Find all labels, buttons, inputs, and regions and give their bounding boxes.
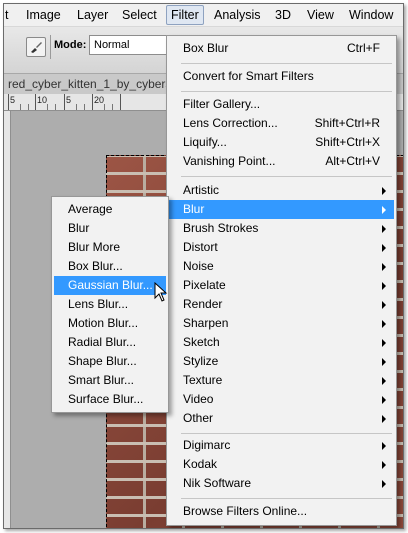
photoshop-window: t Image Layer Select Filter Analysis 3D …	[3, 3, 404, 529]
filter-menu-item[interactable]: Filter Gallery...	[169, 95, 394, 114]
mouse-pointer-icon	[154, 282, 168, 302]
filter-menu-item[interactable]: Convert for Smart Filters	[169, 67, 394, 86]
submenu-arrow-icon	[382, 301, 386, 309]
submenu-brush-strokes[interactable]: Brush Strokes	[169, 219, 394, 238]
submenu-sharpen[interactable]: Sharpen	[169, 314, 394, 333]
browse-filters-online[interactable]: Browse Filters Online...	[169, 502, 394, 521]
menu-divider	[181, 498, 392, 499]
submenu-other[interactable]: Other	[169, 409, 394, 428]
blur-item[interactable]: Average	[54, 200, 166, 219]
submenu-stylize[interactable]: Stylize	[169, 352, 394, 371]
menu-filter[interactable]: Filter	[166, 5, 204, 25]
submenu-video[interactable]: Video	[169, 390, 394, 409]
submenu-arrow-icon	[382, 396, 386, 404]
submenu-arrow-icon	[382, 358, 386, 366]
submenu-texture[interactable]: Texture	[169, 371, 394, 390]
filter-menu-item[interactable]: Vanishing Point... Alt+Ctrl+V	[169, 152, 394, 171]
menu-analysis[interactable]: Analysis	[214, 7, 261, 23]
ruler-label: 10	[37, 95, 48, 105]
menu-3d[interactable]: 3D	[275, 7, 291, 23]
mode-label: Mode:	[54, 39, 87, 51]
filter-menu-item[interactable]: Liquify... Shift+Ctrl+X	[169, 133, 394, 152]
submenu-render[interactable]: Render	[169, 295, 394, 314]
blur-item[interactable]: Lens Blur...	[54, 295, 166, 314]
blur-item[interactable]: Blur More	[54, 238, 166, 257]
ruler-label: 5	[10, 95, 16, 105]
submenu-arrow-icon	[382, 206, 386, 214]
submenu-arrow-icon	[382, 461, 386, 469]
mode-select[interactable]: Normal	[89, 35, 173, 55]
blur-item[interactable]: Smart Blur...	[54, 371, 166, 390]
blur-item-gaussian[interactable]: Gaussian Blur...	[54, 276, 166, 295]
submenu-noise[interactable]: Noise	[169, 257, 394, 276]
filter-menu-item[interactable]: Lens Correction... Shift+Ctrl+R	[169, 114, 394, 133]
submenu-arrow-icon	[382, 377, 386, 385]
menu-image[interactable]: Image	[26, 7, 61, 23]
ruler-label: 20	[94, 95, 105, 105]
blur-item[interactable]: Radial Blur...	[54, 333, 166, 352]
submenu-arrow-icon	[382, 187, 386, 195]
submenu-pixelate[interactable]: Pixelate	[169, 276, 394, 295]
blur-item[interactable]: Surface Blur...	[54, 390, 166, 409]
menu-view[interactable]: View	[307, 7, 334, 23]
submenu-arrow-icon	[382, 263, 386, 271]
submenu-digimarc[interactable]: Digimarc	[169, 436, 394, 455]
brush-tool-icon	[31, 42, 42, 53]
submenu-artistic[interactable]: Artistic	[169, 181, 394, 200]
menu-divider	[181, 63, 392, 64]
filter-menu-item[interactable]: Box Blur Ctrl+F	[169, 39, 394, 58]
filter-menu: Box Blur Ctrl+F Convert for Smart Filters…	[166, 35, 397, 526]
blur-item[interactable]: Shape Blur...	[54, 352, 166, 371]
submenu-nik-software[interactable]: Nik Software	[169, 474, 394, 493]
menu-select[interactable]: Select	[122, 7, 157, 23]
ruler-label: 5	[66, 95, 72, 105]
submenu-arrow-icon	[382, 320, 386, 328]
menu-layer[interactable]: Layer	[77, 7, 108, 23]
submenu-arrow-icon	[382, 282, 386, 290]
blur-item[interactable]: Motion Blur...	[54, 314, 166, 333]
submenu-arrow-icon	[382, 244, 386, 252]
menu-divider	[181, 433, 392, 434]
submenu-blur[interactable]: Blur	[169, 200, 394, 219]
blur-item[interactable]: Box Blur...	[54, 257, 166, 276]
document-title: red_cyber_kitten_1_by_cyberst	[8, 77, 175, 91]
tool-preset-picker[interactable]	[26, 37, 46, 57]
submenu-arrow-icon	[382, 480, 386, 488]
vertical-ruler	[4, 111, 11, 528]
submenu-arrow-icon	[382, 415, 386, 423]
blur-item[interactable]: Blur	[54, 219, 166, 238]
menu-divider	[181, 91, 392, 92]
options-divider	[50, 35, 51, 59]
menu-divider	[181, 176, 392, 177]
menu-edit-partial[interactable]: t	[5, 7, 8, 23]
submenu-arrow-icon	[382, 339, 386, 347]
submenu-arrow-icon	[382, 225, 386, 233]
blur-submenu: Average Blur Blur More Box Blur... Gauss…	[51, 196, 169, 413]
submenu-arrow-icon	[382, 442, 386, 450]
submenu-distort[interactable]: Distort	[169, 238, 394, 257]
menu-bar: t Image Layer Select Filter Analysis 3D …	[4, 4, 403, 27]
submenu-sketch[interactable]: Sketch	[169, 333, 394, 352]
submenu-kodak[interactable]: Kodak	[169, 455, 394, 474]
menu-window[interactable]: Window	[349, 7, 393, 23]
